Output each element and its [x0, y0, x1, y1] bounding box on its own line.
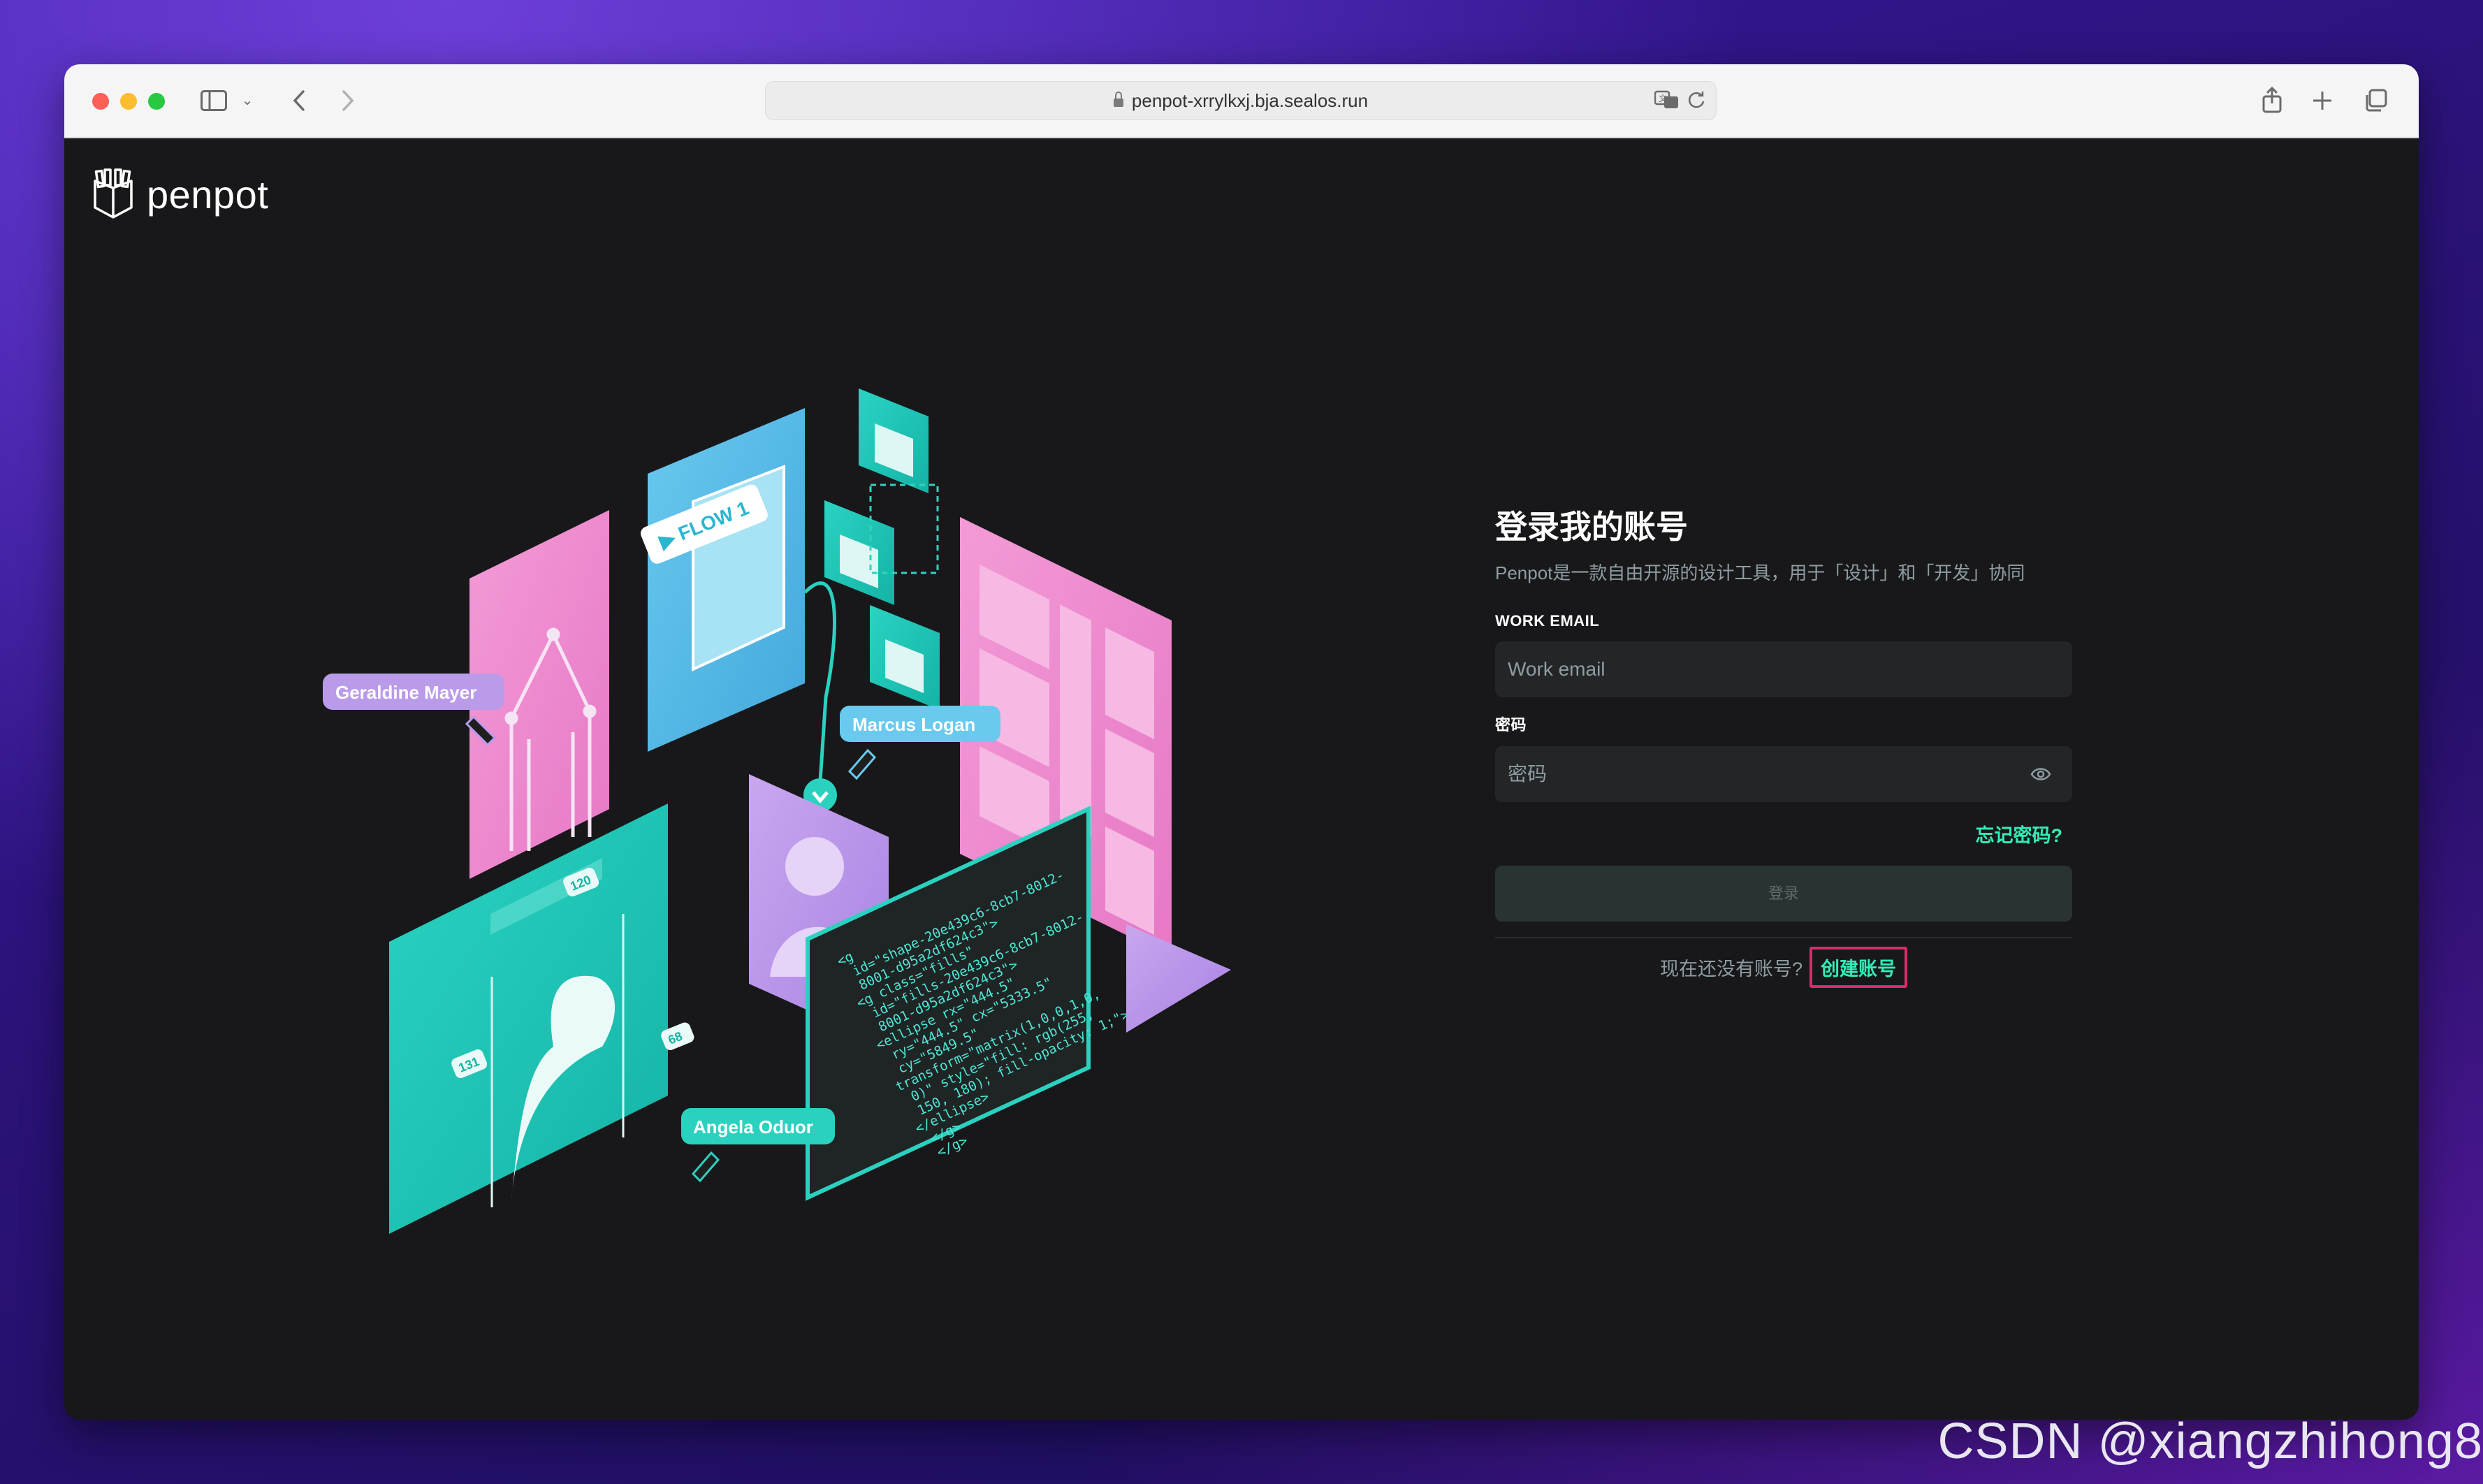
lock-icon: [1113, 92, 1123, 107]
new-tab-icon[interactable]: [2308, 82, 2336, 119]
login-form: 登录我的账号 Penpot是一款自由开源的设计工具，用于「设计」和「开发」协同 …: [1495, 502, 2072, 988]
translate-icon[interactable]: 文: [1654, 90, 1680, 113]
sidebar-toggle-icon[interactable]: [198, 82, 229, 119]
forgot-password-link[interactable]: 忘记密码?: [1976, 825, 2063, 846]
close-window-button[interactable]: [92, 93, 109, 110]
share-icon[interactable]: [2258, 82, 2286, 119]
svg-text:Marcus Logan: Marcus Logan: [852, 714, 975, 735]
no-account-text: 现在还没有账号?: [1659, 959, 1803, 980]
divider: [1495, 937, 2072, 938]
browser-window: ⌄ penpot-xrrylkxj.bja.sealos.run 文 penpo…: [64, 64, 2419, 1420]
forward-icon[interactable]: [334, 82, 362, 119]
svg-text:Angela Oduor: Angela Oduor: [693, 1116, 813, 1137]
email-field[interactable]: Work email: [1495, 641, 2072, 697]
email-placeholder: Work email: [1508, 658, 1605, 680]
back-icon[interactable]: [285, 82, 313, 119]
create-account-link[interactable]: 创建账号: [1810, 947, 1908, 988]
connector-line: [803, 581, 836, 782]
teal-person-card: [389, 803, 668, 1234]
email-label: WORK EMAIL: [1495, 612, 1600, 630]
zoom-window-button[interactable]: [148, 93, 165, 110]
chevron-down-icon[interactable]: ⌄: [240, 82, 254, 119]
page-content: penpot ▶ FLOW 1 120 131 68 <g id="shape-…: [64, 138, 2419, 1420]
purple-triangle: [1126, 924, 1231, 1033]
reload-icon[interactable]: [1687, 90, 1706, 113]
url-text: penpot-xrrylkxj.bja.sealos.run: [1131, 90, 1369, 111]
login-button[interactable]: 登录: [1495, 866, 2072, 922]
page-subtitle: Penpot是一款自由开源的设计工具，用于「设计」和「开发」协同: [1495, 562, 2025, 583]
address-bar[interactable]: penpot-xrrylkxj.bja.sealos.run 文: [765, 81, 1717, 120]
password-field[interactable]: 密码: [1495, 746, 2072, 802]
show-password-icon[interactable]: [2030, 764, 2051, 784]
password-placeholder: 密码: [1508, 763, 1548, 785]
minimize-window-button[interactable]: [120, 93, 137, 110]
password-label: 密码: [1495, 716, 1527, 734]
watermark: CSDN @xiangzhihong8: [1937, 1413, 2483, 1469]
browser-toolbar: ⌄ penpot-xrrylkxj.bja.sealos.run 文: [64, 64, 2419, 138]
tab-overview-icon[interactable]: [2361, 82, 2389, 119]
register-row: 现在还没有账号? 创建账号: [1495, 947, 2072, 988]
svg-text:文: 文: [1659, 93, 1667, 103]
hero-illustration: ▶ FLOW 1 120 131 68 <gid="shape-20e439c6…: [323, 388, 1231, 1234]
user-tag-geraldine: Geraldine Mayer: [323, 674, 504, 747]
svg-text:Geraldine Mayer: Geraldine Mayer: [335, 682, 476, 703]
page-title: 登录我的账号: [1495, 509, 1688, 545]
